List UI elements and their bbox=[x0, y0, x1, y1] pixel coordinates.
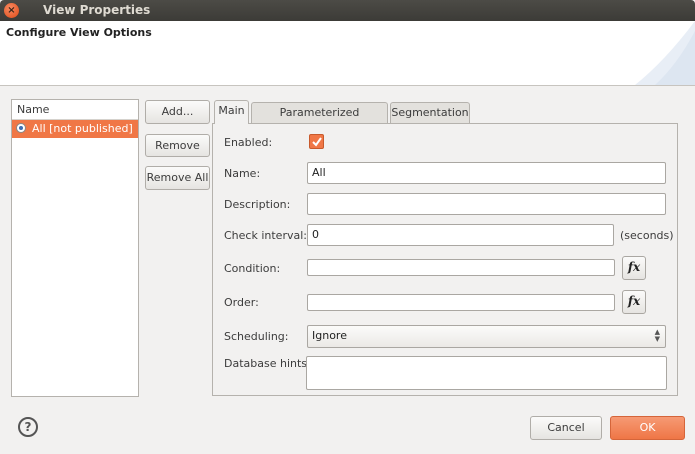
description-label: Description: bbox=[224, 198, 291, 211]
help-icon[interactable]: ? bbox=[18, 417, 38, 437]
window-title: View Properties bbox=[43, 3, 151, 17]
scheduling-selected-value: Ignore bbox=[312, 329, 347, 342]
radio-icon bbox=[16, 123, 26, 133]
description-input[interactable] bbox=[307, 193, 666, 215]
remove-all-button[interactable]: Remove All bbox=[145, 166, 210, 190]
window-titlebar: × View Properties bbox=[0, 0, 695, 21]
remove-button[interactable]: Remove bbox=[145, 134, 210, 157]
condition-label: Condition: bbox=[224, 262, 281, 275]
list-item[interactable]: All [not published] bbox=[12, 120, 138, 138]
ok-button[interactable]: OK bbox=[610, 416, 685, 440]
enabled-checkbox[interactable] bbox=[309, 134, 324, 149]
order-function-icon[interactable]: fx bbox=[622, 290, 646, 314]
condition-function-icon[interactable]: fx bbox=[622, 256, 646, 280]
tab-segmentation[interactable]: Segmentation bbox=[390, 102, 470, 123]
check-interval-unit: (seconds) bbox=[620, 229, 674, 242]
name-input[interactable]: All bbox=[307, 162, 666, 184]
header-decoration bbox=[635, 21, 695, 85]
order-label: Order: bbox=[224, 296, 259, 309]
name-label: Name: bbox=[224, 167, 261, 180]
updown-arrows-icon: ▲ ▼ bbox=[654, 328, 660, 343]
enabled-label: Enabled: bbox=[224, 136, 273, 149]
check-interval-label: Check interval: bbox=[224, 229, 307, 242]
add-button[interactable]: Add... bbox=[145, 100, 210, 124]
scheduling-label: Scheduling: bbox=[224, 330, 289, 343]
views-list[interactable]: Name All [not published] bbox=[11, 99, 139, 397]
list-column-header: Name bbox=[12, 100, 138, 120]
check-interval-input[interactable]: 0 bbox=[307, 224, 614, 246]
cancel-button[interactable]: Cancel bbox=[530, 416, 602, 440]
condition-input[interactable] bbox=[307, 259, 615, 276]
checkmark-icon bbox=[312, 137, 322, 147]
scheduling-select[interactable]: Ignore ▲ ▼ bbox=[307, 325, 666, 348]
dialog-title: Configure View Options bbox=[6, 26, 152, 39]
dialog-header: Configure View Options bbox=[0, 21, 695, 86]
order-input[interactable] bbox=[307, 294, 615, 311]
database-hints-textarea[interactable] bbox=[306, 356, 667, 390]
tab-parameterized-conditions[interactable]: Parameterized Conditions bbox=[251, 102, 388, 139]
close-icon[interactable]: × bbox=[4, 3, 19, 18]
tab-main[interactable]: Main bbox=[214, 100, 249, 124]
list-item-label: All [not published] bbox=[32, 122, 133, 135]
database-hints-label: Database hints: bbox=[224, 357, 311, 370]
